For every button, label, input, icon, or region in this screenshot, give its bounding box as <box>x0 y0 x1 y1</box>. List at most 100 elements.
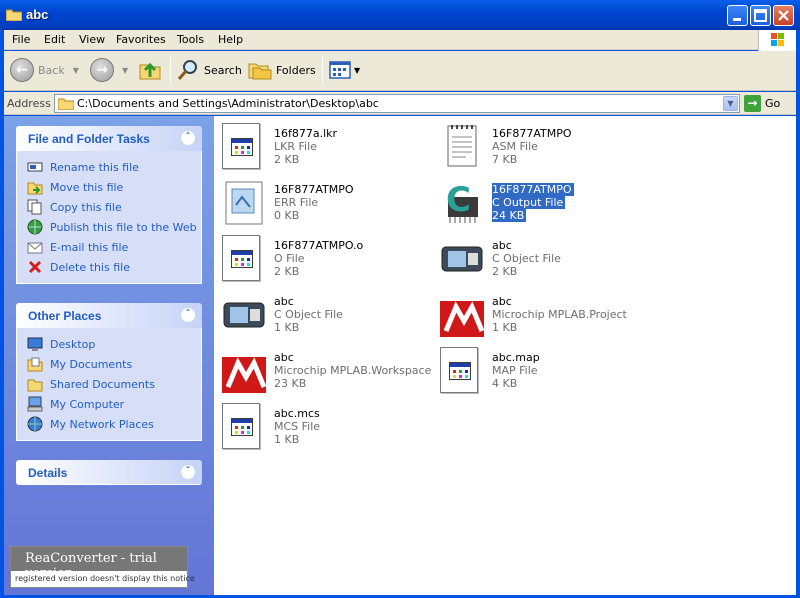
place-label: My Computer <box>50 397 125 411</box>
menu-file[interactable]: File <box>12 33 30 46</box>
go-button[interactable]: → Go <box>744 95 780 112</box>
file-type: ASM File <box>492 140 538 153</box>
back-arrow-icon: ← <box>10 58 34 82</box>
task-publish[interactable]: Publish this file to the Web <box>27 217 201 237</box>
expand-icon[interactable]: ˇ <box>180 464 196 480</box>
panel-title: Other Places <box>28 309 102 323</box>
collapse-icon[interactable]: ˆ <box>180 307 196 323</box>
file-type: Microchip MPLAB.Project <box>492 308 627 321</box>
file-name: abc <box>274 295 294 308</box>
file-item[interactable]: abc C Object File 2 KB <box>436 232 646 284</box>
toolbar-separator <box>170 57 171 85</box>
search-button[interactable]: Search <box>176 56 242 84</box>
place-label: My Network Places <box>50 417 154 431</box>
task-copy[interactable]: Copy this file <box>27 197 201 217</box>
back-button[interactable]: ← Back ▼ <box>10 56 79 84</box>
minimize-button[interactable] <box>727 5 748 26</box>
file-size: 1 KB <box>274 433 300 446</box>
file-size: 1 KB <box>274 321 300 334</box>
task-email[interactable]: E-mail this file <box>27 237 201 257</box>
file-item[interactable]: abc C Object File 1 KB <box>218 288 428 340</box>
place-my-network[interactable]: My Network Places <box>27 414 201 434</box>
file-item[interactable]: 16f877a.lkr LKR File 2 KB <box>218 120 428 172</box>
file-item[interactable]: abc.mcs MCS File 1 KB <box>218 400 428 452</box>
place-my-documents[interactable]: My Documents <box>27 354 201 374</box>
file-list: 16f877a.lkr LKR File 2 KB 16F877ATMPO AS… <box>214 116 796 595</box>
folder-icon <box>6 9 22 21</box>
menu-view[interactable]: View <box>79 33 105 46</box>
panel-header[interactable]: File and Folder Tasks ˆ <box>16 126 202 151</box>
file-item[interactable]: abc Microchip MPLAB.Workspace 23 KB <box>218 344 431 396</box>
place-label: Shared Documents <box>50 377 155 391</box>
c-output-chip-icon: C <box>446 180 478 223</box>
toolbar: ← Back ▼ → ▼ Search Folders ▼ <box>4 51 796 91</box>
place-label: My Documents <box>50 357 133 371</box>
task-label: Rename this file <box>50 160 139 174</box>
panel-header[interactable]: Details ˇ <box>16 460 202 485</box>
file-type: C Output File <box>492 196 566 209</box>
forward-button[interactable]: → ▼ <box>90 56 128 84</box>
views-button[interactable]: ▼ <box>328 56 360 84</box>
file-size: 2 KB <box>274 265 300 278</box>
desktop-icon <box>27 337 43 351</box>
generic-file-icon <box>222 403 260 449</box>
task-move[interactable]: Move this file <box>27 177 201 197</box>
mplab-icon <box>222 347 266 393</box>
folders-button[interactable]: Folders <box>248 56 316 84</box>
my-documents-icon <box>27 357 43 372</box>
generic-file-icon <box>222 123 260 169</box>
views-icon <box>329 61 351 79</box>
views-dropdown-icon[interactable]: ▼ <box>354 66 360 75</box>
menu-favorites[interactable]: Favorites <box>116 33 166 46</box>
title-bar[interactable]: abc <box>0 0 800 30</box>
windows-logo <box>758 30 796 52</box>
maximize-button[interactable] <box>750 5 771 26</box>
place-label: Desktop <box>50 337 96 351</box>
task-label: Publish this file to the Web <box>50 220 197 234</box>
file-folder-tasks-panel: File and Folder Tasks ˆ Rename this file… <box>16 126 202 284</box>
task-label: Copy this file <box>50 200 122 214</box>
place-desktop[interactable]: Desktop <box>27 334 201 354</box>
file-size: 23 KB <box>274 377 307 390</box>
task-label: E-mail this file <box>50 240 129 254</box>
file-name: 16F877ATMPO.o <box>274 239 364 252</box>
file-item[interactable]: 16F877ATMPO.o O File 2 KB <box>218 232 428 284</box>
menu-edit[interactable]: Edit <box>44 33 65 46</box>
back-label: Back <box>38 63 65 77</box>
file-name: 16F877ATMPO <box>492 183 574 196</box>
folders-icon <box>248 63 272 80</box>
file-name: abc <box>274 351 294 364</box>
globe-icon <box>27 219 43 235</box>
file-type: LKR File <box>274 140 317 153</box>
file-item[interactable]: abc Microchip MPLAB.Project 1 KB <box>436 288 646 340</box>
menu-help[interactable]: Help <box>218 33 243 46</box>
task-label: Delete this file <box>50 260 130 274</box>
close-button[interactable] <box>773 5 794 26</box>
back-dropdown-icon[interactable]: ▼ <box>73 66 79 75</box>
task-label: Move this file <box>50 180 124 194</box>
notepad-file-icon <box>447 125 477 167</box>
file-item-selected[interactable]: C 16F877ATMPO C Output File 24 KB <box>436 176 646 228</box>
other-places-panel: Other Places ˆ Desktop My Documents Shar… <box>16 303 202 441</box>
forward-dropdown-icon[interactable]: ▼ <box>122 66 128 75</box>
file-item[interactable]: abc.map MAP File 4 KB <box>436 344 646 396</box>
address-path: C:\Documents and Settings\Administrator\… <box>77 97 379 110</box>
explorer-window: abc File Edit View Favorites Tools Help … <box>0 0 800 598</box>
file-type: O File <box>274 252 305 265</box>
file-size: 2 KB <box>274 153 300 166</box>
address-input[interactable]: C:\Documents and Settings\Administrator\… <box>54 94 740 113</box>
place-my-computer[interactable]: My Computer <box>27 394 201 414</box>
task-pane: File and Folder Tasks ˆ Rename this file… <box>4 116 214 595</box>
panel-title: File and Folder Tasks <box>28 132 150 146</box>
address-dropdown-icon[interactable]: ▼ <box>723 96 738 111</box>
collapse-icon[interactable]: ˆ <box>180 130 196 146</box>
file-item[interactable]: 16F877ATMPO ASM File 7 KB <box>436 120 646 172</box>
trial-watermark: ReaConverter - trial version registered … <box>10 546 195 588</box>
up-folder-button[interactable] <box>138 56 162 84</box>
place-shared-documents[interactable]: Shared Documents <box>27 374 201 394</box>
panel-header[interactable]: Other Places ˆ <box>16 303 202 328</box>
task-delete[interactable]: Delete this file <box>27 257 201 277</box>
task-rename[interactable]: Rename this file <box>27 157 201 177</box>
menu-tools[interactable]: Tools <box>177 33 204 46</box>
file-item[interactable]: 16F877ATMPO ERR File 0 KB <box>218 176 428 228</box>
